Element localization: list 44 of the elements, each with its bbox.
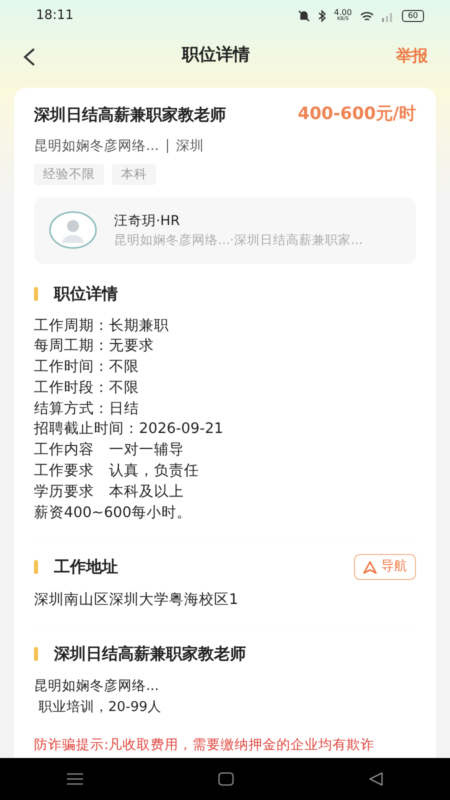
bluetooth-icon — [318, 10, 326, 22]
fraud-warning: 防诈骗提示:凡收取费用，需要缴纳押金的企业均有欺诈 — [34, 736, 376, 756]
report-button[interactable]: 举报 — [396, 44, 428, 68]
section-heading: 深圳日结高薪兼职家教老师 — [54, 642, 246, 665]
tag: 经验不限 — [34, 164, 104, 184]
section-marker — [34, 560, 38, 574]
address-text: 深圳南山区深圳大学粤海校区1 — [34, 590, 240, 610]
detail-line: 工作要求 认真，负责任 — [34, 462, 200, 482]
detail-line: 工作时间：不限 — [34, 358, 140, 378]
mute-icon — [298, 10, 310, 22]
job-title: 深圳日结高薪兼职家教老师 — [34, 104, 226, 126]
section-marker — [34, 286, 38, 300]
back-icon[interactable] — [368, 772, 383, 786]
status-time: 18:11 — [36, 7, 74, 26]
company-name: 昆明如娴冬彦网络... — [34, 136, 159, 156]
page-title: 职位详情 — [182, 44, 250, 68]
company-info: 职业培训，20-99人 — [37, 698, 163, 717]
recruiter-card[interactable]: 汪奇玥·HR 昆明如娴冬彦网络...·深圳日结高薪兼职家... — [34, 196, 416, 264]
detail-line: 学历要求 本科及以上 — [34, 482, 185, 502]
battery-indicator: 60 — [402, 10, 424, 22]
home-icon[interactable] — [218, 772, 234, 786]
signal-icon — [382, 10, 394, 22]
avatar-icon — [48, 211, 98, 249]
detail-line: 工作周期：长期兼职 — [34, 316, 170, 336]
speed-value: 4.00 — [334, 9, 352, 16]
navigation-arrow-icon — [363, 560, 377, 574]
tag: 本科 — [112, 164, 156, 184]
detail-line: 招聘截止时间：2026-09-21 — [34, 420, 224, 440]
detail-line: 结算方式：日结 — [34, 400, 140, 419]
section-heading: 职位详情 — [54, 282, 118, 304]
detail-line: 薪资400~600每小时。 — [34, 504, 193, 523]
detail-line: 每周工期：无要求 — [34, 337, 155, 356]
detail-line: 工作时段：不限 — [34, 378, 140, 398]
menu-icon[interactable] — [67, 773, 84, 785]
section-heading: 工作地址 — [54, 556, 118, 578]
company-name: 昆明如娴冬彦网络... — [34, 676, 160, 696]
recruiter-subtitle: 昆明如娴冬彦网络...·深圳日结高薪兼职家... — [114, 230, 363, 249]
wifi-icon — [360, 10, 374, 22]
city: 深圳 — [176, 136, 204, 156]
section-marker — [34, 646, 38, 661]
recruiter-name: 汪奇玥·HR — [114, 212, 181, 230]
detail-line: 工作内容 一对一辅导 — [34, 440, 185, 460]
salary: 400-600元/时 — [298, 103, 416, 126]
navigate-button[interactable]: 导航 — [354, 554, 416, 580]
